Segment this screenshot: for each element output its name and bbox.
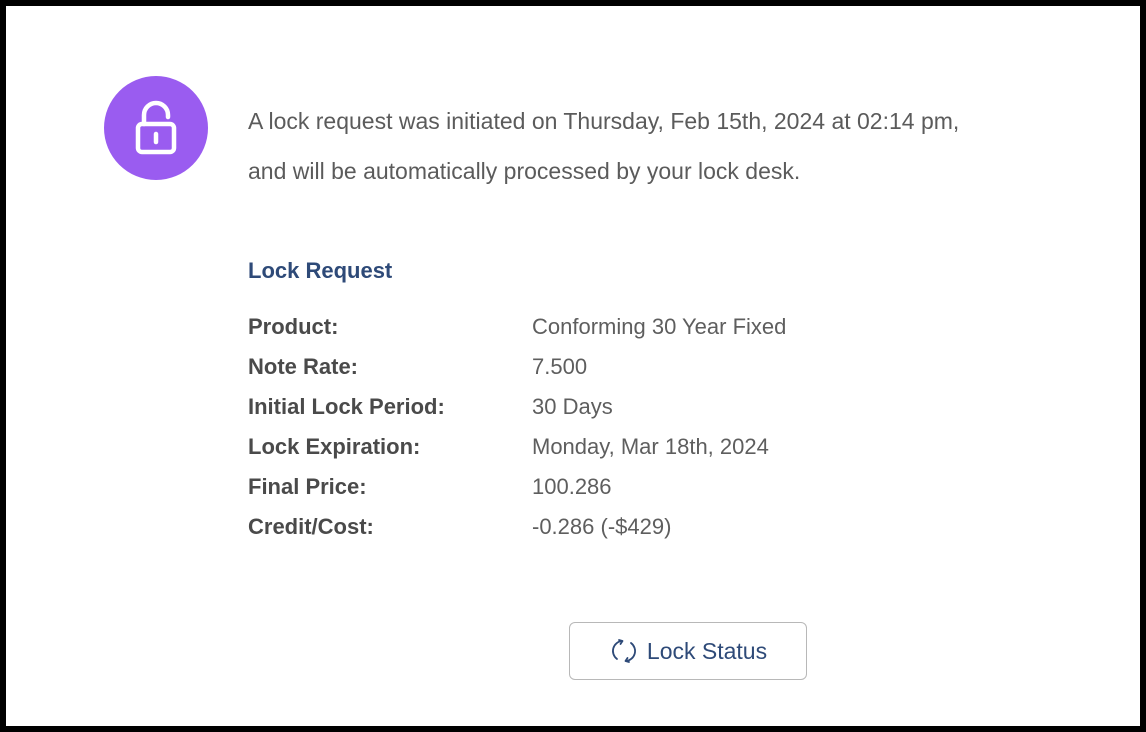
detail-label: Initial Lock Period: bbox=[248, 394, 445, 419]
detail-row-product: Product: Conforming 30 Year Fixed bbox=[248, 307, 786, 347]
detail-row-final-price: Final Price: 100.286 bbox=[248, 467, 786, 507]
lock-badge bbox=[104, 76, 208, 180]
lock-request-message: A lock request was initiated on Thursday… bbox=[248, 96, 1128, 196]
detail-row-lock-expiration: Lock Expiration: Monday, Mar 18th, 2024 bbox=[248, 427, 786, 467]
detail-label: Product: bbox=[248, 314, 339, 339]
detail-label: Credit/Cost: bbox=[248, 514, 374, 539]
lock-request-details: Product: Conforming 30 Year Fixed Note R… bbox=[248, 307, 786, 547]
detail-row-note-rate: Note Rate: 7.500 bbox=[248, 347, 786, 387]
refresh-icon bbox=[609, 636, 639, 666]
lock-status-label: Lock Status bbox=[646, 637, 768, 664]
lock-request-panel: A lock request was initiated on Thursday… bbox=[0, 0, 1146, 732]
detail-value: -0.286 (-$429) bbox=[532, 514, 672, 539]
lock-status-button[interactable]: Lock Status bbox=[569, 622, 807, 680]
detail-label: Note Rate: bbox=[248, 354, 359, 379]
detail-value: Conforming 30 Year Fixed bbox=[532, 314, 787, 339]
detail-row-credit-cost: Credit/Cost: -0.286 (-$429) bbox=[248, 507, 786, 547]
message-line-2: and will be automatically processed by y… bbox=[248, 158, 801, 184]
detail-value: 30 Days bbox=[532, 394, 613, 419]
detail-row-initial-lock-period: Initial Lock Period: 30 Days bbox=[248, 387, 786, 427]
detail-label: Final Price: bbox=[248, 474, 367, 499]
detail-value: 7.500 bbox=[532, 354, 588, 379]
detail-value: 100.286 bbox=[532, 474, 612, 499]
section-title: Lock Request bbox=[248, 258, 393, 283]
detail-value: Monday, Mar 18th, 2024 bbox=[532, 434, 769, 459]
detail-label: Lock Expiration: bbox=[248, 434, 421, 459]
unlock-icon bbox=[132, 100, 180, 156]
message-line-1: A lock request was initiated on Thursday… bbox=[248, 108, 960, 134]
